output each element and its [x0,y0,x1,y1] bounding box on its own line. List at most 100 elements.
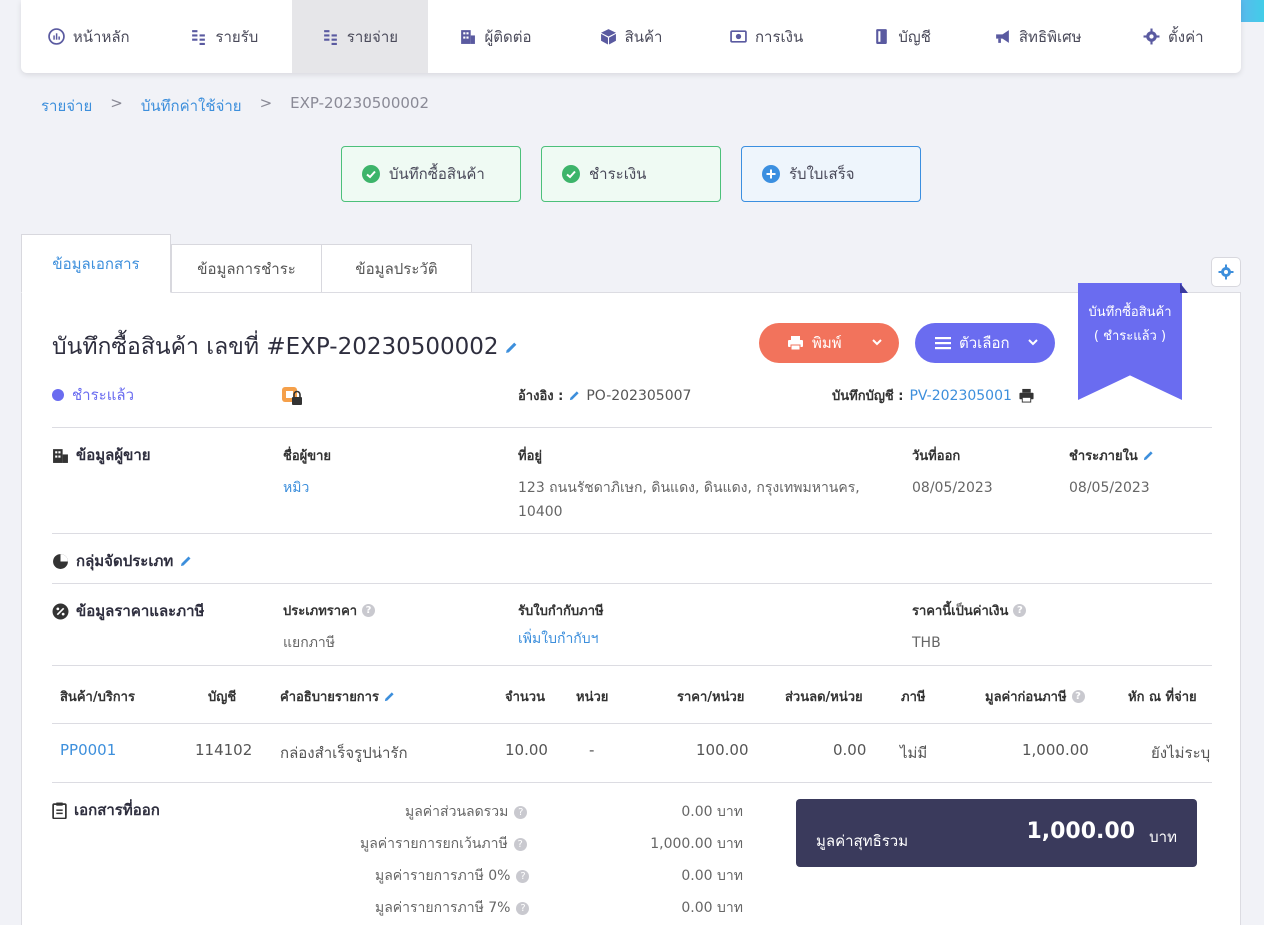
tab-history-info[interactable]: ข้อมูลประวัติ [322,244,472,294]
nav-item-income[interactable]: รายรับ [157,0,293,73]
settings-button[interactable] [1211,257,1241,287]
nav-item-home[interactable]: หน้าหลัก [21,0,157,73]
breadcrumb-separator: > [110,94,123,112]
tab-document-info[interactable]: ข้อมูลเอกสาร [21,234,171,293]
building-icon [53,448,68,463]
table-cell: ไม่มี [900,744,928,762]
net-total-box: มูลค่าสุทธิรวม 1,000.00 บาท [796,799,1197,867]
summary-label: มูลค่าส่วนลดรวม [405,804,509,820]
divider [52,583,1212,584]
chevron-down-icon [872,339,882,346]
reference: อ้างอิง : PO-202305007 [518,385,691,406]
nav-item-finance[interactable]: การเงิน [699,0,835,73]
field-label: วันที่ออก [912,449,961,464]
pricing-section-heading: ข้อมูลราคาและภาษี [52,599,204,623]
table-header: ราคา/หน่วย [677,690,745,705]
vendor-name-field: ชื่อผู้ขาย หมิว [283,445,331,500]
top-navigation: หน้าหลัก รายรับ รายจ่าย ผู้ติดต่อ สินค้า… [21,0,1241,73]
header-label: คำอธิบายรายการ [280,690,379,705]
money-icon [730,30,747,43]
status-badge: ชำระแล้ว [52,383,134,407]
tab-payment-info[interactable]: ข้อมูลการชำระ [171,244,322,294]
step-purchase-record[interactable]: บันทึกซื้อสินค้า [341,146,521,202]
pencil-icon[interactable] [505,341,518,354]
box-icon [600,29,616,45]
nav-item-privileges[interactable]: สิทธิพิเศษ [970,0,1106,73]
dashboard-icon [48,28,65,45]
nav-item-products[interactable]: สินค้า [563,0,699,73]
summary-row: มูลค่าส่วนลดรวม ? [405,801,528,823]
help-icon[interactable]: ? [516,901,530,915]
pencil-icon[interactable] [1143,450,1154,461]
vendor-address-field: ที่อยู่ 123 ถนนรัชดาภิเษก, ดินแดง, ดินแด… [518,445,860,524]
currency-value: THB [912,635,941,651]
document-tabs: ข้อมูลเอกสาร ข้อมูลการชำระ ข้อมูลประวัติ [21,234,472,294]
breadcrumb-current: EXP-20230500002 [290,94,430,112]
product-code-link[interactable]: PP0001 [60,741,116,759]
help-icon[interactable]: ? [516,869,530,883]
divider [52,782,1212,783]
ribbon-status: ( ชำระแล้ว ) [1093,329,1167,344]
help-icon[interactable]: ? [1013,604,1027,617]
step-label: บันทึกซื้อสินค้า [389,165,485,183]
printer-icon[interactable] [1018,388,1035,403]
nav-item-expenses[interactable]: รายจ่าย [292,0,428,73]
account-record-link[interactable]: PV-202305001 [909,388,1011,404]
coins-icon [323,30,337,45]
table-cell: 10.00 [505,741,548,759]
lock-icon[interactable] [282,387,304,407]
options-button[interactable]: ตัวเลือก [915,323,1055,363]
section-title: กลุ่มจัดประเภท [76,552,174,570]
step-label: รับใบเสร็จ [789,165,855,183]
vendor-name-link[interactable]: หมิว [283,476,331,500]
field-label: ราคานี้เป็นค่าเงิน ? [912,600,1027,621]
divider [52,665,1212,666]
chevron-down-icon [1028,339,1038,346]
pencil-icon[interactable] [569,390,580,401]
issue-date: 08/05/2023 [912,480,993,496]
section-title: ข้อมูลผู้ขาย [76,446,151,464]
net-total-value: 1,000.00 [1026,819,1135,844]
nav-label: สินค้า [624,27,663,46]
print-button[interactable]: พิมพ์ [759,323,899,363]
breadcrumb-expenses[interactable]: รายจ่าย [41,94,92,118]
help-icon[interactable]: ? [362,604,376,617]
help-icon[interactable]: ? [514,805,528,819]
tax-receipt-field: รับใบกำกับภาษี เพิ่มใบกำกับฯ [518,600,604,651]
field-label: รับใบกำกับภาษี [518,604,604,619]
net-total-unit: บาท [1149,828,1177,846]
help-icon[interactable]: ? [513,837,527,851]
step-payment[interactable]: ชำระเงิน [541,146,721,202]
nav-item-contacts[interactable]: ผู้ติดต่อ [428,0,564,73]
nav-item-accounting[interactable]: บัญชี [834,0,970,73]
add-tax-invoice-link[interactable]: เพิ่มใบกำกับฯ [518,627,604,651]
pie-chart-icon [53,553,68,569]
account-record: บันทึกบัญชี : PV-202305001 [832,385,1035,406]
summary-label: มูลค่ารายการยกเว้นภาษี [360,836,508,852]
header-label: มูลค่าก่อนภาษี [985,690,1067,705]
reference-label: อ้างอิง : [518,389,564,404]
step-receive-receipt[interactable]: รับใบเสร็จ [741,146,921,202]
ribbon-title: บันทึกซื้อสินค้า [1088,305,1172,320]
pencil-icon[interactable] [180,555,192,567]
table-cell: 114102 [195,741,253,759]
table-header: สินค้า/บริการ [60,690,135,705]
megaphone-icon [996,30,1009,43]
breadcrumb-expense-record[interactable]: บันทึกค่าใช้จ่าย [141,94,242,118]
field-label: ที่อยู่ [518,449,542,464]
nav-label: ตั้งค่า [1168,27,1204,46]
price-type-field: ประเภทราคา ? แยกภาษี [283,600,376,655]
summary-label: มูลค่ารายการภาษี 0% [375,868,511,884]
book-icon [876,29,888,44]
pencil-icon[interactable] [384,691,395,702]
due-label: ชำระภายใน [1069,449,1138,464]
nav-label: รายจ่าย [346,27,399,46]
currency-label: ราคานี้เป็นค่าเงิน [912,604,1009,619]
summary-row: มูลค่ารายการยกเว้นภาษี ? [360,833,527,855]
summary-value: 1,000.00 บาท [650,836,743,852]
document-card: บันทึกซื้อสินค้า เลขที่ #EXP-20230500002… [21,283,1241,925]
help-icon[interactable]: ? [1071,690,1085,703]
summary-label: มูลค่ารายการภาษี 7% [375,900,511,916]
nav-item-settings[interactable]: ตั้งค่า [1106,0,1242,73]
check-circle-icon [562,165,580,183]
